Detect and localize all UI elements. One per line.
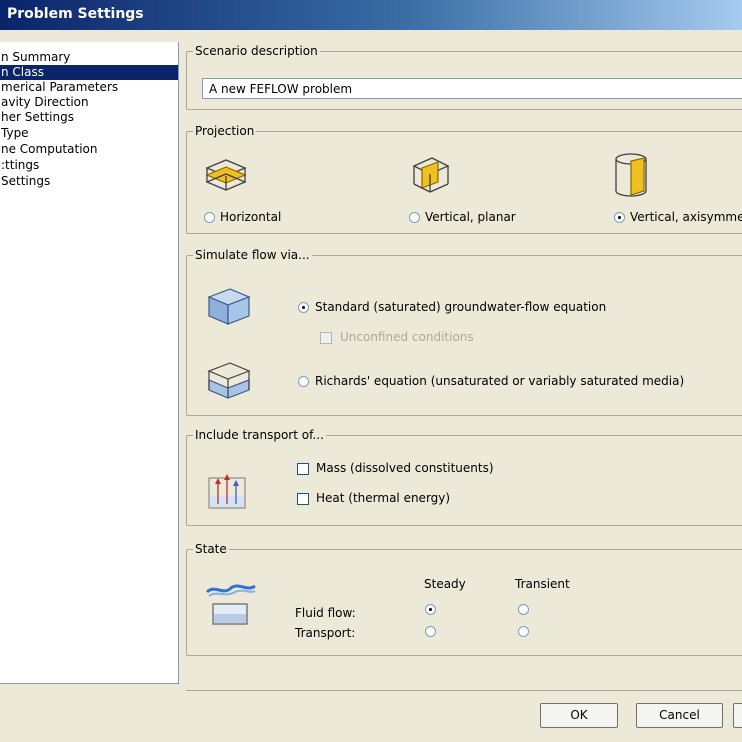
scenario-legend: Scenario description (195, 44, 318, 58)
fluid-flow-transient-radio[interactable] (518, 604, 529, 615)
nav-item-time-computation[interactable]: ne Computation (0, 142, 97, 157)
vertical-planar-icon (412, 157, 450, 193)
richards-equation-radio[interactable] (298, 376, 309, 387)
nav-item-gravity-direction[interactable]: avity Direction (0, 95, 89, 110)
mass-transport-checkbox[interactable] (297, 463, 309, 475)
problem-settings-window: Problem Settings n Summary n Class meric… (0, 0, 742, 742)
state-legend: State (195, 542, 227, 556)
standard-flow-radio[interactable] (298, 302, 309, 313)
state-group: State (186, 542, 742, 656)
cancel-button[interactable]: Cancel (636, 703, 723, 728)
saturated-flow-icon (207, 288, 251, 325)
nav-item-settings-a[interactable]: :ttings (0, 158, 39, 173)
nav-item-other-settings[interactable]: her Settings (0, 110, 74, 125)
ok-button[interactable]: OK (540, 703, 618, 728)
transport-group: Include transport of... (186, 428, 742, 526)
fluid-flow-steady-radio[interactable] (425, 604, 436, 615)
mass-transport-label[interactable]: Mass (dissolved constituents) (316, 461, 494, 475)
state-icon (205, 584, 256, 625)
projection-vertical-planar-radio[interactable] (409, 212, 420, 223)
projection-horizontal-label[interactable]: Horizontal (220, 210, 281, 224)
heat-transport-label[interactable]: Heat (thermal energy) (316, 491, 450, 505)
window-title: Problem Settings (7, 6, 144, 22)
heat-transport-checkbox[interactable] (297, 493, 309, 505)
state-steady-header: Steady (424, 577, 466, 591)
settings-nav-tree[interactable]: n Summary n Class merical Parameters avi… (0, 42, 179, 684)
nav-item-numerical-parameters[interactable]: merical Parameters (0, 80, 118, 95)
simulate-flow-legend: Simulate flow via... (195, 248, 310, 262)
title-bar[interactable]: Problem Settings (0, 0, 742, 30)
scenario-group: Scenario description (186, 44, 742, 110)
nav-item-settings-b[interactable]: Settings (0, 174, 50, 189)
richards-equation-label[interactable]: Richards' equation (unsaturated or varia… (315, 374, 684, 388)
nav-item-type[interactable]: Type (0, 126, 29, 141)
horizontal-projection-icon (205, 159, 247, 191)
projection-horizontal-radio[interactable] (204, 212, 215, 223)
transport-steady-radio[interactable] (425, 626, 436, 637)
button-separator (186, 690, 742, 691)
standard-flow-label[interactable]: Standard (saturated) groundwater-flow eq… (315, 300, 606, 314)
unconfined-conditions-checkbox[interactable] (320, 332, 332, 344)
vertical-axisymmetric-icon (615, 153, 647, 197)
nav-item-problem-class[interactable]: n Class (0, 65, 178, 80)
unconfined-conditions-label[interactable]: Unconfined conditions (340, 330, 474, 344)
extra-button-partial[interactable] (733, 703, 742, 728)
scenario-description-input[interactable]: A new FEFLOW problem (202, 78, 742, 99)
transport-transient-radio[interactable] (518, 626, 529, 637)
projection-vertical-axisymmetric-radio[interactable] (614, 212, 625, 223)
unsaturated-flow-icon (207, 362, 251, 399)
state-transport-label: Transport: (295, 626, 356, 640)
transport-icon (208, 474, 246, 509)
projection-legend: Projection (195, 124, 255, 138)
state-fluid-flow-label: Fluid flow: (295, 606, 356, 620)
projection-vertical-planar-label[interactable]: Vertical, planar (425, 210, 516, 224)
projection-vertical-axisymmetric-label[interactable]: Vertical, axisymmet (630, 210, 742, 224)
transport-legend: Include transport of... (195, 428, 324, 442)
nav-item-problem-summary[interactable]: n Summary (0, 50, 70, 65)
state-transient-header: Transient (515, 577, 570, 591)
